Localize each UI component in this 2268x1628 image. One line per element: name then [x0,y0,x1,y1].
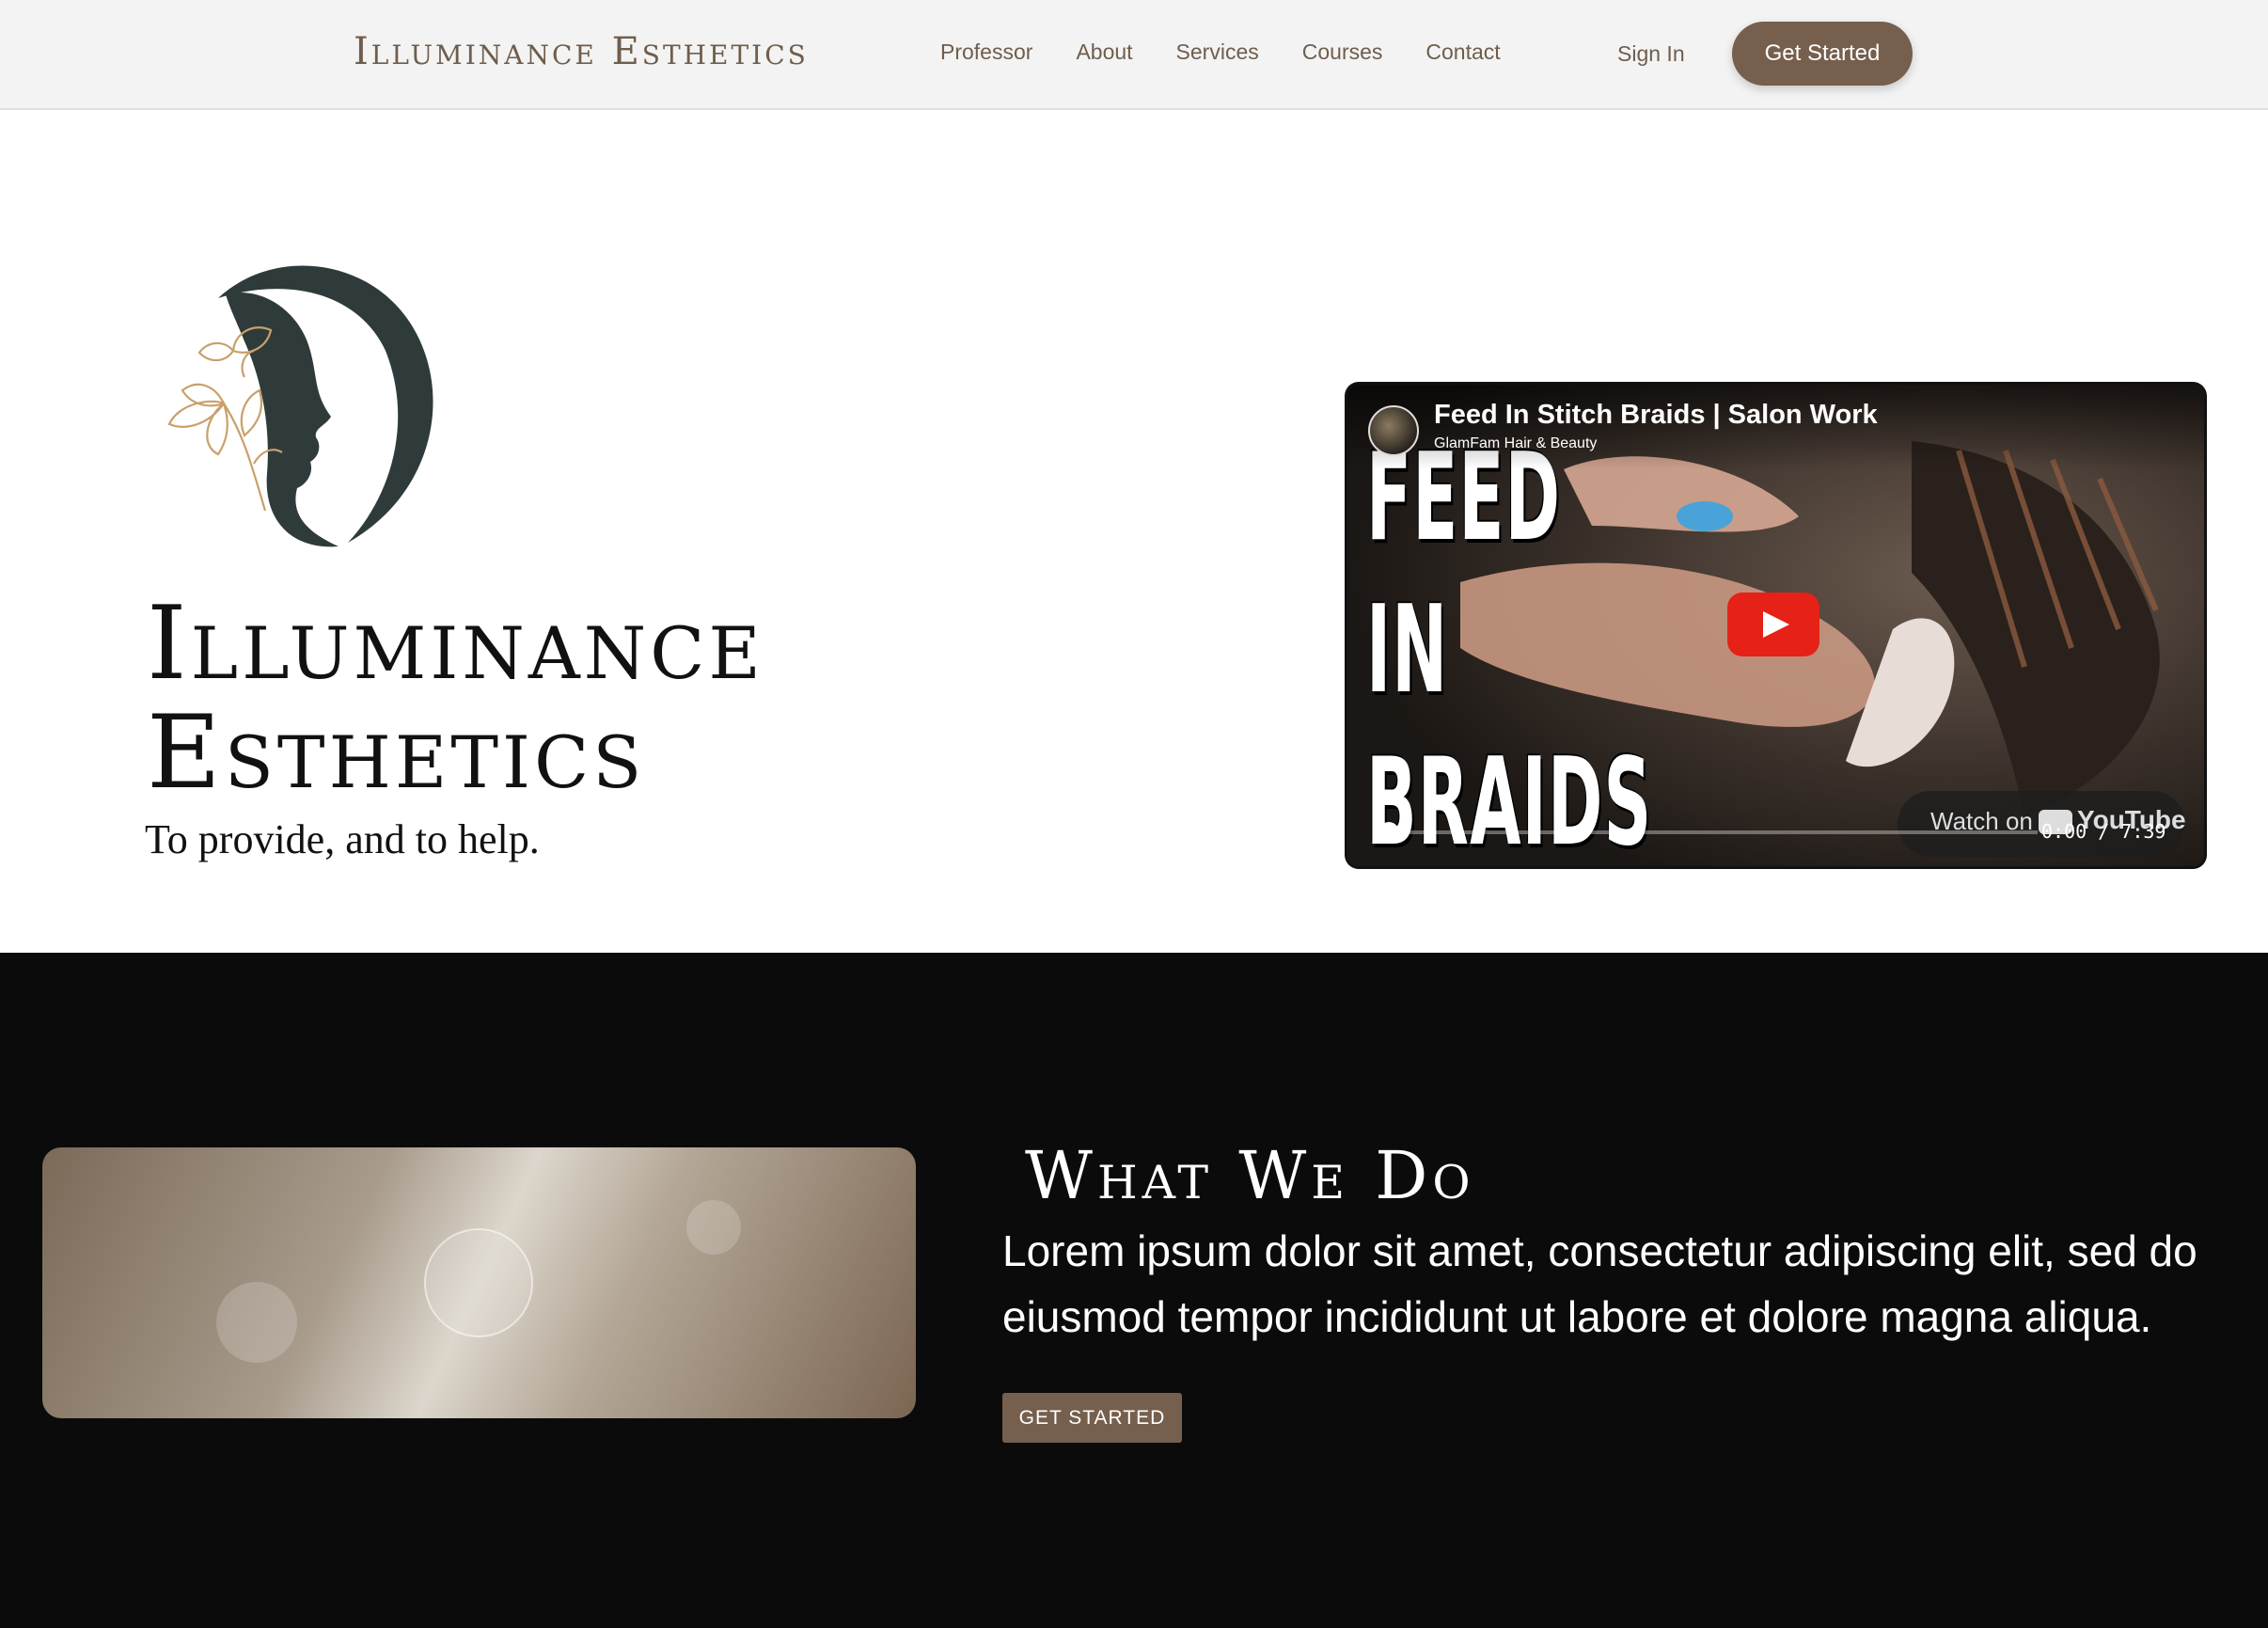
nav-link-about[interactable]: About [1076,36,1132,68]
hero-title-line-2: Esthetics [147,694,646,812]
hero-title: Illuminance Esthetics [147,590,764,808]
sign-in-link[interactable]: Sign In [1617,38,1685,70]
overlay-word: BRAIDS [1366,733,1653,866]
get-started-secondary-button[interactable]: GET STARTED [1002,1393,1182,1443]
hero-tagline: To provide, and to help. [145,816,540,862]
bokeh-circle [424,1228,533,1337]
video-progress-bar[interactable] [1389,830,2038,834]
nav-link-services[interactable]: Services [1176,36,1259,68]
video-time: 0:00 / 7:39 [2041,820,2166,843]
what-we-do-body: Lorem ipsum dolor sit amet, consectetur … [1002,1226,2197,1341]
top-navbar: Illuminance Esthetics Professor About Se… [0,0,2268,110]
woman-profile-flower-logo-icon [167,265,433,547]
video-overlay-words: FEED IN BRAIDS [1366,422,1652,866]
brand-logo-text[interactable]: Illuminance Esthetics [354,28,809,75]
bokeh-circle [686,1200,741,1255]
hero-title-line-1: Illuminance [147,585,764,703]
what-we-do-heading: What We Do [1025,1137,1475,1214]
overlay-word: IN [1366,580,1449,720]
play-icon[interactable] [1727,593,1819,656]
nav-link-courses[interactable]: Courses [1302,36,1383,68]
video-title[interactable]: Feed In Stitch Braids | Salon Work [1434,400,1878,431]
get-started-button[interactable]: Get Started [1732,22,1913,86]
nav-link-contact[interactable]: Contact [1425,36,1500,68]
hero-section: Illuminance Esthetics To provide, and to… [0,110,2268,953]
youtube-video-embed[interactable]: FEED IN BRAIDS Feed In Stitch Braids | S… [1347,385,2204,866]
bokeh-circle [216,1282,297,1363]
nav-links: Professor About Services Courses Contact [940,36,1501,68]
video-channel-name[interactable]: GlamFam Hair & Beauty [1434,435,1597,452]
decorative-banner-image [42,1147,916,1418]
nav-link-professor[interactable]: Professor [940,36,1032,68]
video-progress-knob[interactable] [1378,822,1399,843]
what-we-do-section: What We Do Lorem ipsum dolor sit amet, c… [0,953,2268,1628]
channel-avatar[interactable] [1368,405,1419,456]
